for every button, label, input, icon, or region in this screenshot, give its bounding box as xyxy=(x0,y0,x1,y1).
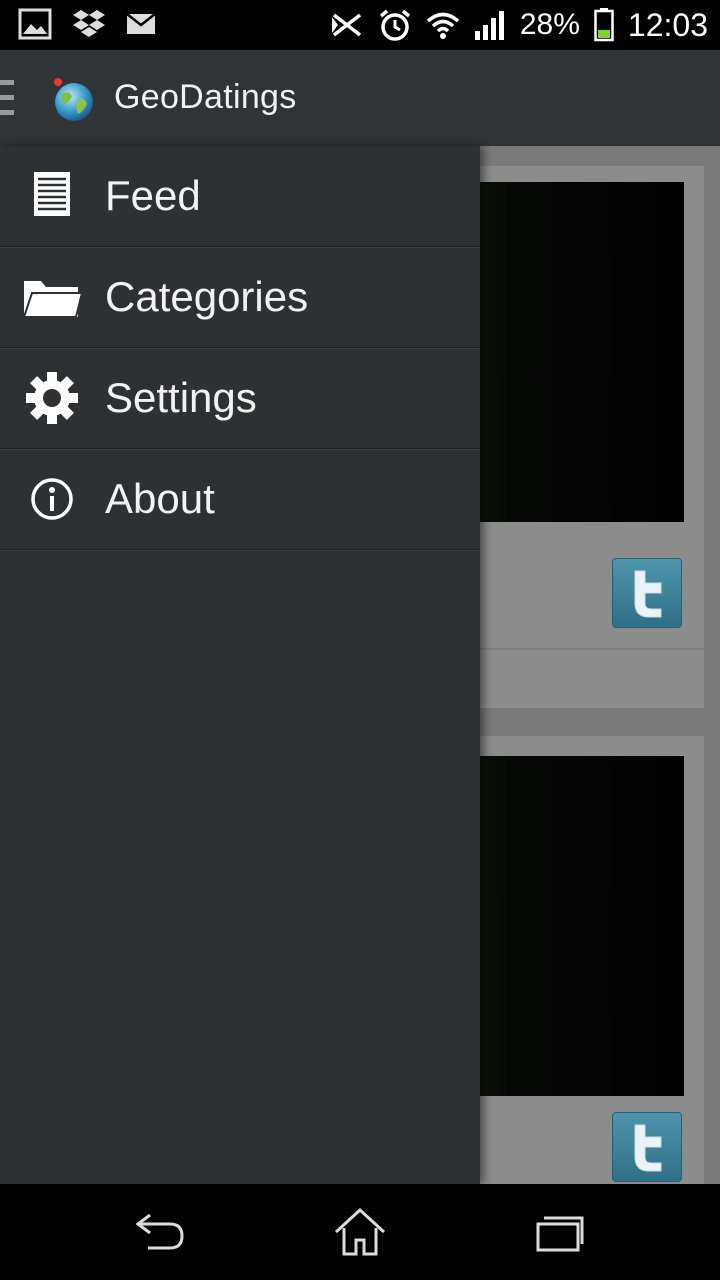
dropbox-icon xyxy=(73,10,105,37)
drawer-item-label: About xyxy=(105,475,215,522)
twitter-icon xyxy=(634,570,662,618)
twitter-share-button[interactable] xyxy=(612,1112,682,1182)
folder-icon xyxy=(22,281,84,318)
home-icon[interactable] xyxy=(330,1208,390,1258)
recent-apps-icon[interactable] xyxy=(530,1208,590,1258)
app-title: GeoDatings xyxy=(114,78,297,116)
drawer-item-settings[interactable]: Settings xyxy=(0,348,480,449)
signal-icon xyxy=(474,11,504,40)
battery-percent: 28% xyxy=(519,8,580,41)
nfc-icon xyxy=(331,13,361,37)
notification-icons xyxy=(18,8,156,40)
back-icon[interactable] xyxy=(130,1208,190,1258)
drawer-toggle-icon[interactable] xyxy=(0,78,16,118)
alarm-icon xyxy=(379,9,410,41)
drawer-item-label: Settings xyxy=(105,374,257,421)
mail-icon xyxy=(126,13,156,34)
system-nav-bar xyxy=(0,1184,720,1280)
image-icon xyxy=(18,8,52,40)
twitter-icon xyxy=(634,1124,662,1172)
list-icon xyxy=(34,172,70,216)
wifi-icon xyxy=(426,12,460,39)
gear-icon xyxy=(26,372,78,424)
action-bar: GeoDatings xyxy=(0,50,720,146)
navigation-drawer: Feed Categories Settings About xyxy=(0,146,480,1184)
twitter-share-button[interactable] xyxy=(612,558,682,628)
system-icons: 28% 12:03 xyxy=(330,6,708,44)
drawer-item-feed[interactable]: Feed xyxy=(0,146,480,247)
status-bar: 28% 12:03 xyxy=(0,0,720,50)
clock: 12:03 xyxy=(627,6,708,43)
drawer-item-label: Feed xyxy=(105,172,201,219)
screen: 28% 12:03 GeoDatings Feed Categories Set… xyxy=(0,0,720,1280)
battery-icon xyxy=(594,8,614,42)
drawer-item-about[interactable]: About xyxy=(0,449,480,550)
drawer-item-categories[interactable]: Categories xyxy=(0,247,480,348)
info-icon xyxy=(31,478,73,520)
drawer-item-label: Categories xyxy=(105,273,309,320)
globe-icon[interactable] xyxy=(50,76,98,124)
